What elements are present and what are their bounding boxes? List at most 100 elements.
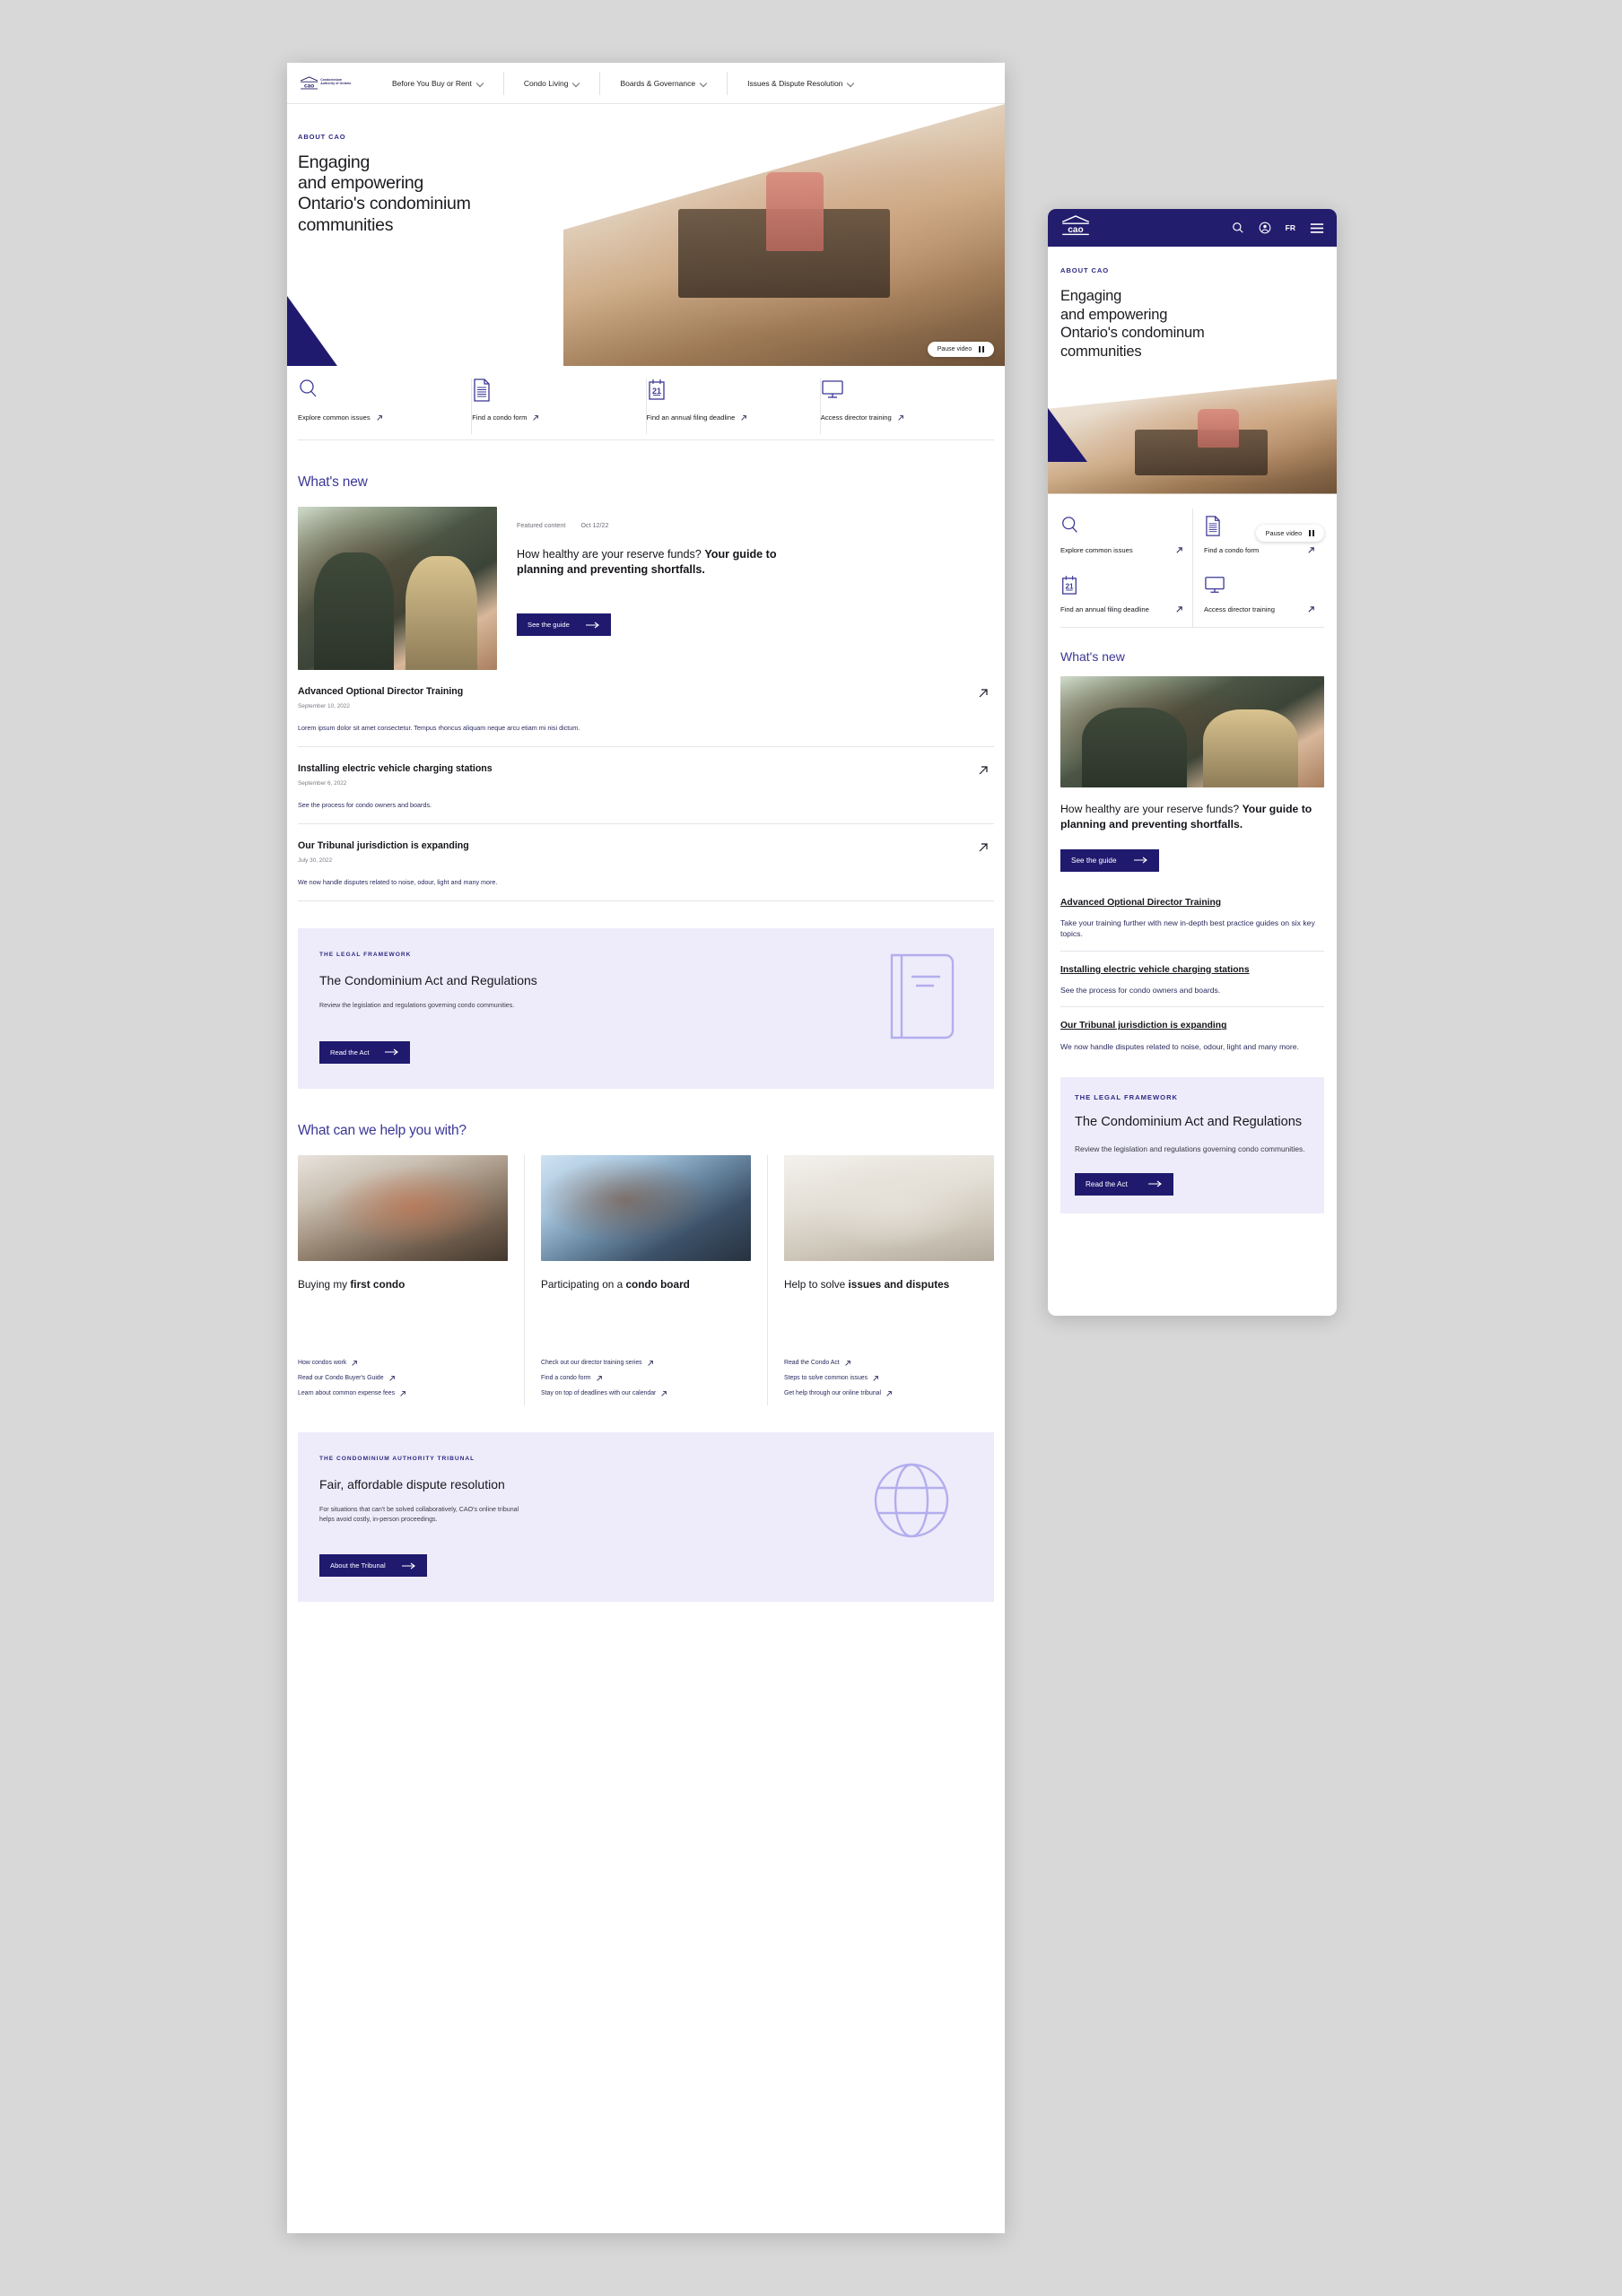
help-card-link[interactable]: Steps to solve common issues	[784, 1375, 994, 1382]
pause-icon	[1309, 530, 1314, 536]
mobile-legal-promo-eyebrow: THE LEGAL FRAMEWORK	[1075, 1093, 1179, 1102]
help-card-title-bold: issues and disputes	[848, 1277, 950, 1291]
mobile-featured-image	[1060, 676, 1324, 787]
mobile-cao-logo[interactable]: cao	[1060, 214, 1091, 241]
featured-label: Featured content	[517, 521, 566, 529]
nav-item-condo-living[interactable]: Condo Living	[502, 71, 600, 95]
mobile-content: Explore common issues Find a condo form …	[1048, 494, 1337, 1213]
mobile-pause-video-button[interactable]: Pause video	[1255, 525, 1324, 542]
help-card-condo-board[interactable]: Participating on a condo board Check out…	[525, 1154, 768, 1405]
search-icon	[298, 378, 458, 402]
featured-article-title: How healthy are your reserve funds? Your…	[517, 547, 813, 578]
mobile-news-item[interactable]: Advanced Optional Director Training Take…	[1060, 884, 1324, 951]
help-card-link[interactable]: Read the Condo Act	[784, 1360, 994, 1367]
arrow-northeast-icon	[886, 1390, 892, 1396]
mobile-hero-line-4: communities	[1060, 343, 1142, 360]
mobile-news-item[interactable]: Installing electric vehicle charging sta…	[1060, 950, 1324, 1007]
book-icon	[886, 952, 972, 1046]
arrow-northeast-icon	[741, 414, 747, 421]
mobile-news-summary: Take your training further with new in-d…	[1060, 918, 1315, 939]
pause-video-button[interactable]: Pause video	[927, 342, 994, 357]
menu-icon[interactable]	[1310, 222, 1324, 234]
arrow-right-icon	[585, 622, 599, 628]
mobile-whats-new-heading: What's new	[1060, 649, 1125, 664]
arrow-northeast-icon	[873, 1375, 878, 1381]
arrow-right-icon	[385, 1048, 399, 1056]
mobile-hero-line-1: Engaging	[1060, 288, 1122, 304]
help-card-link[interactable]: Get help through our online tribunal	[784, 1390, 994, 1397]
arrow-northeast-icon	[1308, 606, 1314, 613]
nav-item-boards-governance[interactable]: Boards & Governance	[599, 71, 727, 95]
mobile-featured-title: How healthy are your reserve funds? Your…	[1060, 802, 1324, 833]
help-card-image	[541, 1154, 751, 1261]
mobile-news-summary: See the process for condo owners and boa…	[1060, 986, 1221, 996]
globe-icon	[867, 1456, 972, 1550]
mobile-see-the-guide-button[interactable]: See the guide	[1060, 848, 1159, 872]
mobile-quick-link-access-director-training[interactable]: Access director training	[1192, 567, 1324, 627]
featured-title-plain: How healthy are your reserve funds?	[517, 548, 705, 561]
language-toggle-fr[interactable]: FR	[1286, 223, 1295, 232]
mobile-quick-link-explore-common-issues[interactable]: Explore common issues	[1060, 509, 1192, 568]
quick-link-access-director-training[interactable]: Access director training	[821, 378, 994, 434]
pause-icon	[979, 346, 984, 352]
about-the-tribunal-button[interactable]: About the Tribunal	[319, 1554, 427, 1578]
mobile-body: ABOUT CAO Engaging and empowering Ontari…	[1048, 247, 1337, 361]
nav-label: Condo Living	[523, 78, 569, 88]
legal-promo-eyebrow: THE LEGAL FRAMEWORK	[319, 952, 412, 958]
mobile-hero-heading: Engaging and empowering Ontario's condom…	[1060, 274, 1324, 361]
help-card-title-bold: condo board	[625, 1277, 690, 1291]
pause-video-label: Pause video	[937, 346, 972, 352]
mobile-read-the-act-button[interactable]: Read the Act	[1075, 1172, 1173, 1196]
help-card-link[interactable]: Read our Condo Buyer's Guide	[298, 1375, 508, 1382]
help-card-issues-disputes[interactable]: Help to solve issues and disputes Read t…	[768, 1154, 994, 1405]
cao-logo[interactable]: cao Condominium Authority of Ontario	[300, 72, 352, 95]
help-card-link[interactable]: Learn about common expense fees	[298, 1390, 508, 1397]
search-icon	[1060, 516, 1183, 537]
news-list-item[interactable]: Installing electric vehicle charging sta…	[298, 747, 994, 824]
arrow-northeast-icon	[661, 1390, 667, 1396]
mobile-quick-link-find-an-annual-filing-deadline[interactable]: 21 Find an annual filing deadline	[1060, 568, 1192, 627]
arrow-right-icon	[401, 1562, 415, 1570]
svg-text:21: 21	[651, 387, 660, 396]
account-icon[interactable]	[1259, 222, 1271, 234]
calendar-icon: 21	[1060, 575, 1183, 596]
mobile-news-summary: We now handle disputes related to noise,…	[1060, 1042, 1299, 1051]
help-card-title-plain: Buying my	[298, 1277, 351, 1291]
help-card-links: Check out our director training series F…	[541, 1360, 751, 1397]
hero-heading-line-2: and empowering	[298, 173, 423, 194]
search-icon[interactable]	[1232, 222, 1244, 234]
legal-promo-body: Review the legislation and regulations g…	[319, 1002, 515, 1010]
legal-framework-promo: THE LEGAL FRAMEWORK The Condominium Act …	[298, 928, 994, 1089]
arrow-northeast-icon	[1308, 546, 1314, 553]
help-card-image	[298, 1154, 508, 1261]
news-title: Installing electric vehicle charging sta…	[298, 763, 493, 774]
mobile-news-item[interactable]: Our Tribunal jurisdiction is expanding W…	[1060, 1006, 1324, 1063]
document-icon	[472, 378, 632, 402]
help-card-buying-first-condo[interactable]: Buying my first condo How condos work Re…	[298, 1154, 525, 1405]
help-card-link[interactable]: Check out our director training series	[541, 1360, 751, 1367]
chevron-down-icon	[701, 80, 707, 86]
legal-promo-text: THE LEGAL FRAMEWORK The Condominium Act …	[319, 952, 537, 1064]
arrow-northeast-icon	[376, 414, 382, 421]
nav-item-before-you-buy-or-rent[interactable]: Before You Buy or Rent	[371, 72, 503, 95]
help-card-image	[784, 1154, 994, 1261]
news-summary: Lorem ipsum dolor sit amet consectetur. …	[298, 724, 580, 732]
see-the-guide-button[interactable]: See the guide	[517, 613, 611, 636]
featured-article[interactable]: Featured content Oct 12/22 How healthy a…	[298, 507, 994, 670]
help-card-link[interactable]: Stay on top of deadlines with our calend…	[541, 1390, 751, 1397]
nav-item-issues-dispute-resolution[interactable]: Issues & Dispute Resolution	[727, 71, 874, 95]
quick-link-find-an-annual-filing-deadline[interactable]: 21 Find an annual filing deadline	[647, 378, 821, 434]
quick-link-label: Explore common issues	[298, 413, 458, 422]
mobile-legal-framework-promo: THE LEGAL FRAMEWORK The Condominium Act …	[1060, 1077, 1324, 1213]
read-the-act-button[interactable]: Read the Act	[319, 1040, 411, 1064]
help-section: What can we help you with? Buying my fir…	[287, 1089, 1005, 1603]
tribunal-promo: THE CONDOMINIUM AUTHORITY TRIBUNAL Fair,…	[298, 1431, 994, 1603]
news-list-item[interactable]: Our Tribunal jurisdiction is expanding J…	[298, 824, 994, 901]
news-summary: We now handle disputes related to noise,…	[298, 878, 498, 886]
quick-link-find-a-condo-form[interactable]: Find a condo form	[472, 378, 647, 434]
see-the-guide-label: See the guide	[528, 621, 570, 629]
help-card-link[interactable]: Find a condo form	[541, 1375, 751, 1382]
quick-link-explore-common-issues[interactable]: Explore common issues	[298, 378, 473, 434]
news-list-item[interactable]: Advanced Optional Director Training Sept…	[298, 670, 994, 747]
help-card-link[interactable]: How condos work	[298, 1360, 508, 1367]
